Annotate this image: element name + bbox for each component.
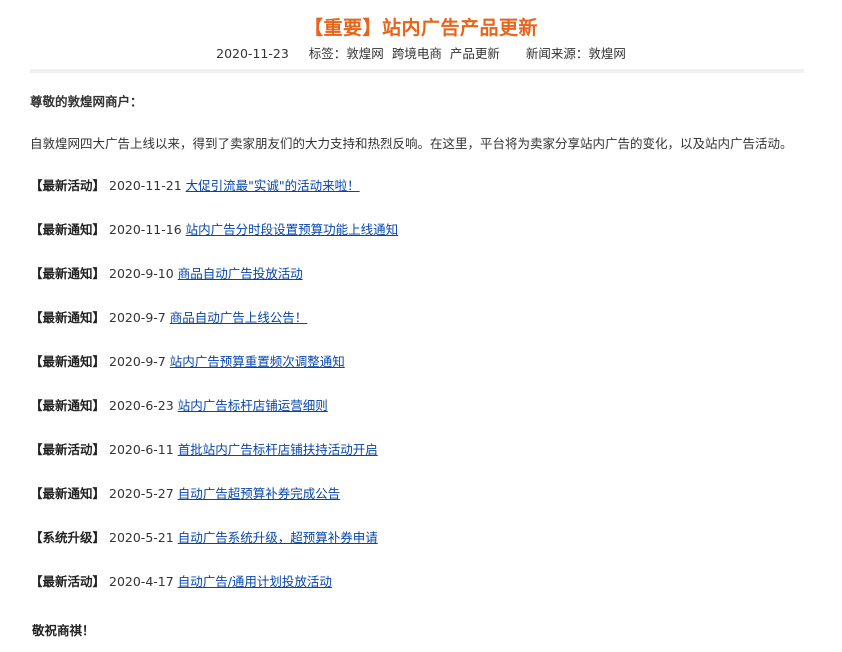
news-date: 2020-9-7 <box>109 310 166 325</box>
news-link[interactable]: 首批站内广告标杆店铺扶持活动开启 <box>178 442 378 457</box>
news-list: 【最新活动】 2020-11-21 大促引流最"实诚"的活动来啦！ 【最新通知】… <box>30 176 820 616</box>
news-date: 2020-11-16 <box>109 222 182 237</box>
source-label: 新闻来源： <box>525 46 589 61</box>
news-date: 2020-5-27 <box>109 486 174 501</box>
news-tag: 【最新通知】 <box>30 398 106 413</box>
news-link[interactable]: 自动广告/通用计划投放活动 <box>178 574 332 589</box>
news-item: 【最新通知】 2020-5-27 自动广告超预算补券完成公告 <box>30 484 820 528</box>
news-link[interactable]: 站内广告预算重置频次调整通知 <box>170 354 345 369</box>
news-item: 【最新通知】 2020-6-23 站内广告标杆店铺运营细则 <box>30 396 820 440</box>
news-item: 【最新活动】 2020-11-21 大促引流最"实诚"的活动来啦！ <box>30 176 820 220</box>
news-link[interactable]: 商品自动广告上线公告！ <box>170 310 308 325</box>
news-date: 2020-6-23 <box>109 398 174 413</box>
news-item: 【最新通知】 2020-9-7 站内广告预算重置频次调整通知 <box>30 352 820 396</box>
news-tag: 【最新活动】 <box>30 574 106 589</box>
news-tag: 【最新通知】 <box>30 486 106 501</box>
news-link[interactable]: 站内广告分时段设置预算功能上线通知 <box>186 222 399 237</box>
news-date: 2020-11-21 <box>109 178 182 193</box>
news-date: 2020-9-10 <box>109 266 174 281</box>
news-item: 【最新通知】 2020-9-7 商品自动广告上线公告！ <box>30 308 820 352</box>
article-title: 【重要】站内广告产品更新 <box>303 17 538 39</box>
tag-product-update[interactable]: 产品更新 <box>450 46 500 61</box>
news-tag: 【最新活动】 <box>30 442 106 457</box>
news-item: 【最新活动】 2020-4-17 自动广告/通用计划投放活动 <box>30 572 820 616</box>
news-tag: 【最新活动】 <box>30 178 106 193</box>
tag-cross-border[interactable]: 跨境电商 <box>392 46 442 61</box>
closing-text: 敬祝商祺！ <box>32 623 95 638</box>
header-divider <box>30 69 804 73</box>
news-tag: 【最新通知】 <box>30 266 106 281</box>
article-date: 2020-11-23 <box>216 46 289 61</box>
news-date: 2020-9-7 <box>109 354 166 369</box>
news-item: 【最新通知】 2020-11-16 站内广告分时段设置预算功能上线通知 <box>30 220 820 264</box>
intro-paragraph: 自敦煌网四大广告上线以来，得到了卖家朋友们的大力支持和热烈反响。在这里，平台将为… <box>30 136 793 151</box>
news-link[interactable]: 商品自动广告投放活动 <box>178 266 303 281</box>
news-link[interactable]: 自动广告超预算补券完成公告 <box>178 486 341 501</box>
news-link[interactable]: 站内广告标杆店铺运营细则 <box>178 398 328 413</box>
news-date: 2020-5-21 <box>109 530 174 545</box>
greeting: 尊敬的敦煌网商户： <box>30 94 143 109</box>
news-date: 2020-6-11 <box>109 442 174 457</box>
article-meta: 2020-11-23 标签：敦煌网 跨境电商 产品更新 新闻来源：敦煌网 <box>0 43 842 62</box>
news-link[interactable]: 大促引流最"实诚"的活动来啦！ <box>186 178 360 193</box>
news-tag: 【系统升级】 <box>30 530 106 545</box>
tag-dhgate[interactable]: 敦煌网 <box>346 46 384 61</box>
news-item: 【最新通知】 2020-9-10 商品自动广告投放活动 <box>30 264 820 308</box>
news-tag: 【最新通知】 <box>30 354 106 369</box>
article-body: 尊敬的敦煌网商户： 自敦煌网四大广告上线以来，得到了卖家朋友们的大力支持和热烈反… <box>30 92 820 616</box>
tags-label: 标签： <box>308 46 347 61</box>
news-item: 【系统升级】 2020-5-21 自动广告系统升级，超预算补券申请 <box>30 528 820 572</box>
news-link[interactable]: 自动广告系统升级，超预算补券申请 <box>178 530 378 545</box>
news-source: 敦煌网 <box>588 46 626 61</box>
news-date: 2020-4-17 <box>109 574 174 589</box>
news-item: 【最新活动】 2020-6-11 首批站内广告标杆店铺扶持活动开启 <box>30 440 820 484</box>
news-tag: 【最新通知】 <box>30 222 106 237</box>
news-tag: 【最新通知】 <box>30 310 106 325</box>
